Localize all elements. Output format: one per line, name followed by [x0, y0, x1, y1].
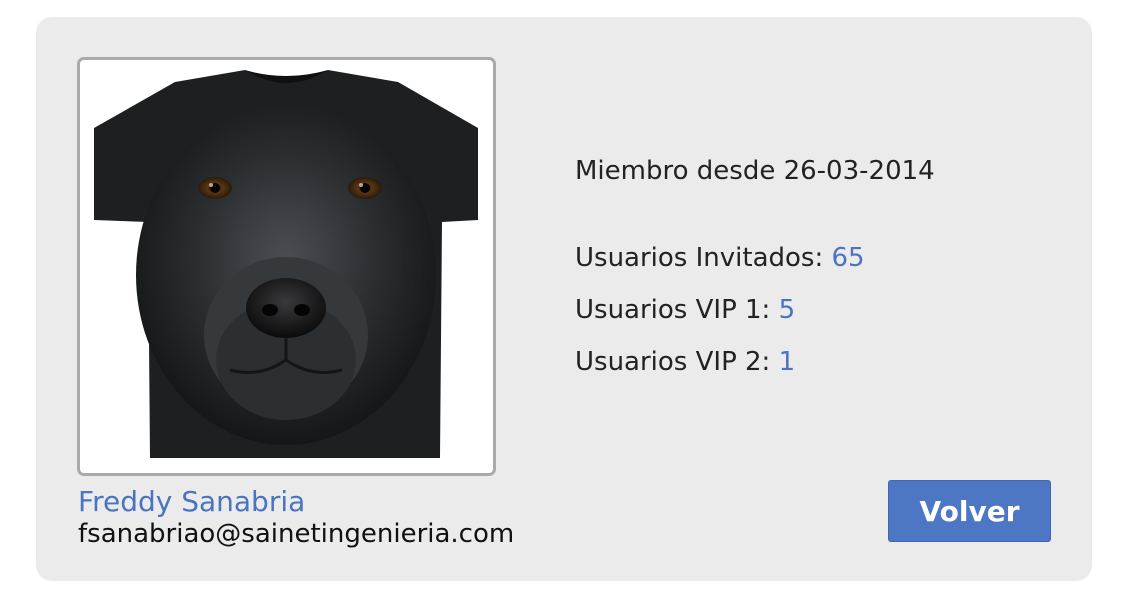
- vip2-users-count: 1: [778, 347, 796, 377]
- vip1-users: Usuarios VIP 1: 5: [575, 295, 795, 325]
- invited-users-label: Usuarios Invitados:: [575, 243, 824, 273]
- profile-photo: [77, 57, 496, 476]
- vip2-users-label: Usuarios VIP 2:: [575, 347, 771, 377]
- member-since-date: 26-03-2014: [783, 156, 935, 186]
- dog-tshirt-image: [94, 70, 478, 458]
- user-name[interactable]: Freddy Sanabria: [78, 485, 305, 518]
- member-since: Miembro desde 26-03-2014: [575, 156, 935, 186]
- invited-users-count: 65: [831, 243, 865, 273]
- member-since-label: Miembro desde: [575, 156, 776, 186]
- vip1-users-label: Usuarios VIP 1:: [575, 295, 771, 325]
- vip2-users: Usuarios VIP 2: 1: [575, 347, 795, 377]
- back-button[interactable]: Volver: [888, 480, 1051, 542]
- user-email: fsanabriao@sainetingenieria.com: [78, 519, 515, 549]
- vip1-users-count: 5: [778, 295, 796, 325]
- invited-users: Usuarios Invitados: 65: [575, 243, 865, 273]
- profile-card: Miembro desde 26-03-2014 Usuarios Invita…: [36, 17, 1092, 581]
